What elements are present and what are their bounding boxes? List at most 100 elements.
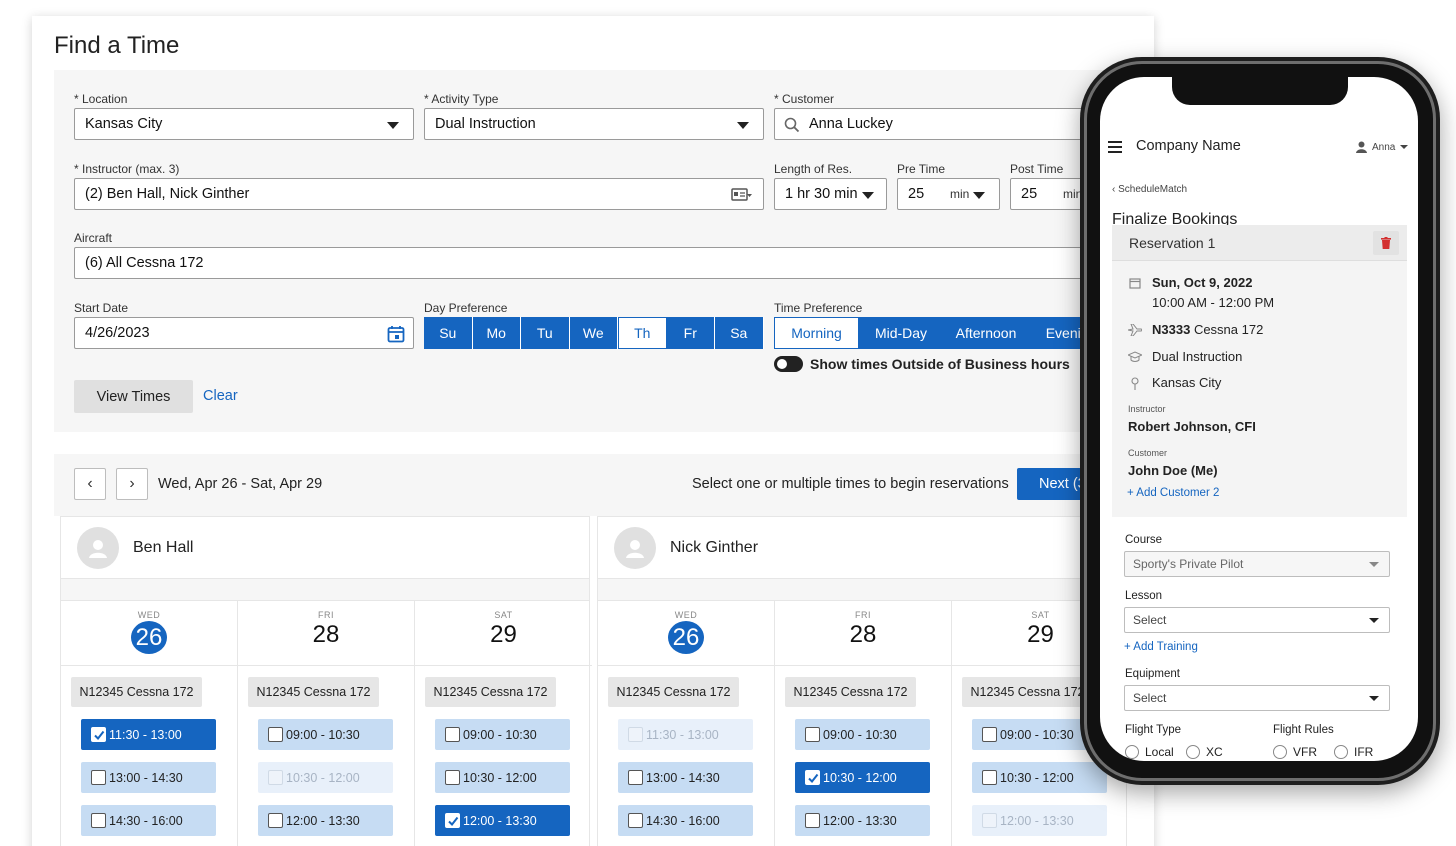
chevron-down-icon xyxy=(973,192,985,199)
chevron-down-icon xyxy=(1400,145,1408,149)
find-a-time-page: Find a Time * Location Kansas City * Act… xyxy=(32,16,1154,846)
time-slot-label: 09:00 - 10:30 xyxy=(286,727,360,742)
calendar-icon[interactable] xyxy=(387,325,405,343)
day-su[interactable]: Su xyxy=(424,317,473,349)
day-we[interactable]: We xyxy=(569,317,618,349)
time-slot-label: 14:30 - 16:00 xyxy=(109,813,183,828)
location-select[interactable]: Kansas City xyxy=(74,108,414,140)
course-label: Course xyxy=(1125,534,1163,546)
checkbox-icon xyxy=(91,813,106,828)
time-slot-label: 12:00 - 13:30 xyxy=(1000,813,1074,828)
company-name: Company Name xyxy=(1136,138,1241,154)
next-week-button[interactable]: › xyxy=(116,468,148,500)
clear-link[interactable]: Clear xyxy=(203,388,238,404)
start-date-input[interactable]: 4/26/2023 xyxy=(74,317,414,349)
activity-value: Dual Instruction xyxy=(435,116,536,132)
time-mid-day[interactable]: Mid-Day xyxy=(859,317,944,349)
time-slot[interactable]: 12:00 - 13:30 xyxy=(435,805,570,836)
time-morning[interactable]: Morning xyxy=(774,317,859,349)
breadcrumb[interactable]: ‹ ScheduleMatch xyxy=(1112,184,1187,195)
checkbox-icon xyxy=(628,770,643,785)
results-toolbar: ‹ › Wed, Apr 26 - Sat, Apr 29 Select one… xyxy=(54,454,1154,516)
radio-icon xyxy=(1273,745,1287,759)
time-slot[interactable]: 14:30 - 16:00 xyxy=(618,805,753,836)
prev-week-button[interactable]: ‹ xyxy=(74,468,106,500)
reservation-time: 10:00 AM - 12:00 PM xyxy=(1152,295,1275,310)
checkbox-icon xyxy=(268,770,283,785)
aircraft-select[interactable]: (6) All Cessna 172 xyxy=(74,247,1104,279)
user-menu[interactable]: Anna xyxy=(1372,142,1395,153)
delete-reservation-button[interactable] xyxy=(1373,231,1399,255)
day-column-wed: WED 26 N12345 Cessna 172 11:30 - 13:00 1… xyxy=(598,601,775,846)
airplane-icon xyxy=(1128,323,1142,337)
checkbox-icon xyxy=(268,813,283,828)
outside-hours-toggle[interactable] xyxy=(774,356,803,372)
day-number: 28 xyxy=(312,621,340,648)
pre-time-input[interactable]: 25 min xyxy=(897,178,1000,210)
chevron-down-icon xyxy=(1369,562,1379,567)
day-of-week: SAT xyxy=(494,610,513,620)
day-fr[interactable]: Fr xyxy=(666,317,715,349)
time-slot[interactable]: 14:30 - 16:00 xyxy=(81,805,216,836)
length-select[interactable]: 1 hr 30 min xyxy=(774,178,887,210)
day-column-fri: FRI 28 N12345 Cessna 172 09:00 - 10:30 1… xyxy=(238,601,415,846)
equipment-select[interactable]: Select xyxy=(1124,685,1390,711)
day-of-week: FRI xyxy=(318,610,334,620)
day-th[interactable]: Th xyxy=(618,317,667,349)
location-pin-icon xyxy=(1128,376,1142,390)
start-date-label: Start Date xyxy=(74,301,129,315)
time-slot[interactable]: 09:00 - 10:30 xyxy=(435,719,570,750)
checkbox-icon xyxy=(268,727,283,742)
user-icon xyxy=(89,540,107,558)
day-mo[interactable]: Mo xyxy=(472,317,521,349)
day-number-today: 26 xyxy=(131,621,167,654)
time-slot[interactable]: 13:00 - 14:30 xyxy=(618,762,753,793)
lesson-select[interactable]: Select xyxy=(1124,607,1390,633)
time-slot[interactable]: 09:00 - 10:30 xyxy=(258,719,393,750)
time-slot[interactable]: 12:00 - 13:30 xyxy=(795,805,930,836)
customer-value: Anna Luckey xyxy=(809,116,893,132)
reservation-title: Reservation 1 xyxy=(1129,235,1216,251)
time-slot-label: 14:30 - 16:00 xyxy=(646,813,720,828)
time-slot[interactable]: 12:00 - 13:30 xyxy=(258,805,393,836)
flight-type-xc[interactable]: XC xyxy=(1186,745,1223,759)
outside-hours-label: Show times Outside of Business hours xyxy=(810,356,1070,372)
menu-icon[interactable] xyxy=(1108,141,1122,153)
time-slot[interactable]: 10:30 - 12:00 xyxy=(435,762,570,793)
chevron-down-icon xyxy=(387,122,399,129)
customer-search-input[interactable]: Anna Luckey xyxy=(774,108,1104,140)
time-afternoon[interactable]: Afternoon xyxy=(944,317,1029,349)
day-column-sat: SAT 29 N12345 Cessna 172 09:00 - 10:30 1… xyxy=(415,601,592,846)
flight-type-local[interactable]: Local xyxy=(1125,745,1174,759)
breadcrumb-label: ScheduleMatch xyxy=(1118,184,1188,195)
aircraft-chip: N12345 Cessna 172 xyxy=(962,677,1093,707)
post-time-label: Post Time xyxy=(1010,162,1064,176)
chevron-down-icon xyxy=(1369,696,1379,701)
instructor-value: (2) Ben Hall, Nick Ginther xyxy=(85,186,250,202)
add-customer-link[interactable]: + Add Customer 2 xyxy=(1127,487,1219,499)
day-column-fri: FRI 28 N12345 Cessna 172 09:00 - 10:30 1… xyxy=(775,601,952,846)
time-slot[interactable]: 13:00 - 14:30 xyxy=(81,762,216,793)
activity-select[interactable]: Dual Instruction xyxy=(424,108,764,140)
add-training-link[interactable]: + Add Training xyxy=(1124,641,1198,653)
time-slot[interactable]: 11:30 - 13:00 xyxy=(81,719,216,750)
aircraft-label: Aircraft xyxy=(74,231,113,245)
reservation-customer: John Doe (Me) xyxy=(1128,463,1218,478)
instructor-select[interactable]: (2) Ben Hall, Nick Ginther xyxy=(74,178,764,210)
flight-rules-vfr[interactable]: VFR xyxy=(1273,745,1317,759)
day-sa[interactable]: Sa xyxy=(715,317,764,349)
time-slot[interactable]: 10:30 - 12:00 xyxy=(795,762,930,793)
time-slot[interactable]: 10:30 - 12:00 xyxy=(972,762,1107,793)
checkbox-icon xyxy=(628,813,643,828)
view-times-button[interactable]: View Times xyxy=(74,380,193,413)
day-tu[interactable]: Tu xyxy=(521,317,570,349)
graduation-cap-icon xyxy=(1128,350,1142,364)
chevron-right-icon: › xyxy=(129,475,135,492)
time-slot[interactable]: 09:00 - 10:30 xyxy=(795,719,930,750)
instructor-header: Nick Ginther xyxy=(598,517,1126,579)
radio-label: Local xyxy=(1145,745,1174,759)
radio-label: XC xyxy=(1206,745,1223,759)
checkbox-checked-icon xyxy=(445,813,460,828)
course-select[interactable]: Sporty's Private Pilot xyxy=(1124,551,1390,577)
flight-rules-ifr[interactable]: IFR xyxy=(1334,745,1373,759)
